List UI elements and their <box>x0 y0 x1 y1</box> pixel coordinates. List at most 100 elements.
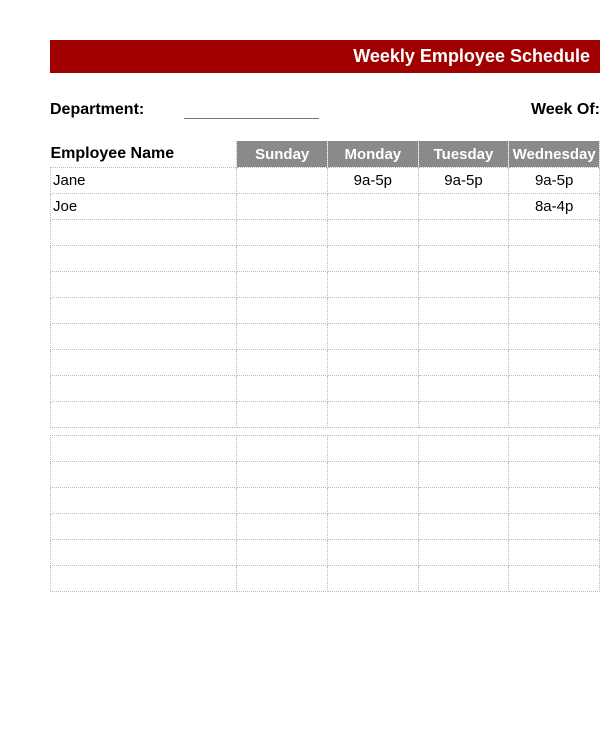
employee-name-cell[interactable] <box>51 298 237 324</box>
table-row <box>51 540 600 566</box>
schedule-cell[interactable] <box>418 566 509 592</box>
schedule-cell[interactable] <box>509 462 600 488</box>
employee-name-cell[interactable] <box>51 566 237 592</box>
schedule-cell[interactable] <box>328 324 419 350</box>
schedule-cell[interactable] <box>418 272 509 298</box>
schedule-cell[interactable] <box>328 566 419 592</box>
schedule-cell[interactable] <box>509 324 600 350</box>
employee-name-cell[interactable]: Jane <box>51 168 237 194</box>
employee-name-cell[interactable] <box>51 462 237 488</box>
employee-name-cell[interactable] <box>51 540 237 566</box>
schedule-cell[interactable] <box>237 194 328 220</box>
schedule-cell[interactable] <box>328 514 419 540</box>
employee-name-cell[interactable] <box>51 324 237 350</box>
employee-name-cell[interactable] <box>51 272 237 298</box>
schedule-cell[interactable] <box>418 298 509 324</box>
employee-name-cell[interactable] <box>51 350 237 376</box>
table-row <box>51 488 600 514</box>
col-header-tuesday: Tuesday <box>418 141 509 168</box>
schedule-cell[interactable] <box>328 272 419 298</box>
schedule-cell[interactable]: 9a-5p <box>509 168 600 194</box>
schedule-cell[interactable] <box>509 246 600 272</box>
employee-name-cell[interactable] <box>51 376 237 402</box>
department-field[interactable] <box>184 101 319 119</box>
schedule-cell[interactable] <box>418 436 509 462</box>
schedule-cell[interactable] <box>509 540 600 566</box>
schedule-cell[interactable] <box>237 436 328 462</box>
employee-name-cell[interactable] <box>51 514 237 540</box>
schedule-cell[interactable] <box>418 220 509 246</box>
schedule-cell[interactable] <box>237 462 328 488</box>
schedule-cell[interactable] <box>328 246 419 272</box>
schedule-cell[interactable] <box>509 350 600 376</box>
department-label: Department: <box>50 101 144 119</box>
schedule-cell[interactable] <box>237 488 328 514</box>
schedule-cell[interactable] <box>418 402 509 428</box>
page-title-bar: Weekly Employee Schedule <box>50 40 600 73</box>
schedule-cell[interactable] <box>418 376 509 402</box>
schedule-cell[interactable] <box>237 168 328 194</box>
schedule-cell[interactable] <box>509 566 600 592</box>
employee-name-cell[interactable] <box>51 246 237 272</box>
schedule-cell[interactable] <box>418 324 509 350</box>
schedule-cell[interactable] <box>237 566 328 592</box>
employee-name-cell[interactable] <box>51 402 237 428</box>
schedule-cell[interactable]: 8a-4p <box>509 194 600 220</box>
schedule-cell[interactable] <box>328 376 419 402</box>
schedule-cell[interactable] <box>418 246 509 272</box>
schedule-cell[interactable] <box>509 488 600 514</box>
schedule-cell[interactable] <box>418 488 509 514</box>
schedule-cell[interactable] <box>237 272 328 298</box>
col-header-sunday: Sunday <box>237 141 328 168</box>
table-row: Jane9a-5p9a-5p9a-5p <box>51 168 600 194</box>
table-row <box>51 220 600 246</box>
employee-name-cell[interactable]: Joe <box>51 194 237 220</box>
schedule-cell[interactable] <box>328 540 419 566</box>
schedule-cell[interactable] <box>328 402 419 428</box>
schedule-cell[interactable] <box>328 436 419 462</box>
schedule-cell[interactable]: 9a-5p <box>328 168 419 194</box>
schedule-cell[interactable] <box>509 436 600 462</box>
schedule-cell[interactable] <box>418 462 509 488</box>
schedule-cell[interactable] <box>328 194 419 220</box>
schedule-cell[interactable] <box>509 514 600 540</box>
schedule-cell[interactable] <box>237 514 328 540</box>
schedule-cell[interactable] <box>328 488 419 514</box>
schedule-cell[interactable] <box>509 272 600 298</box>
schedule-cell[interactable] <box>418 514 509 540</box>
schedule-cell[interactable] <box>509 402 600 428</box>
schedule-cell[interactable] <box>418 540 509 566</box>
schedule-cell[interactable] <box>328 298 419 324</box>
table-row <box>51 376 600 402</box>
meta-row: Department: Week Of: <box>50 101 600 119</box>
schedule-cell[interactable] <box>418 350 509 376</box>
schedule-cell[interactable] <box>237 220 328 246</box>
schedule-cell[interactable]: 9a-5p <box>418 168 509 194</box>
schedule-cell[interactable] <box>328 350 419 376</box>
employee-name-cell[interactable] <box>51 436 237 462</box>
schedule-cell[interactable] <box>328 220 419 246</box>
row-gap <box>51 428 600 436</box>
schedule-cell[interactable] <box>418 194 509 220</box>
week-of-label: Week Of: <box>531 101 600 119</box>
table-row <box>51 272 600 298</box>
schedule-cell[interactable] <box>328 462 419 488</box>
table-row <box>51 514 600 540</box>
schedule-cell[interactable] <box>237 246 328 272</box>
schedule-cell[interactable] <box>509 220 600 246</box>
schedule-table: Employee Name Sunday Monday Tuesday Wedn… <box>50 141 600 592</box>
schedule-cell[interactable] <box>237 298 328 324</box>
table-row <box>51 350 600 376</box>
schedule-cell[interactable] <box>237 350 328 376</box>
schedule-cell[interactable] <box>237 324 328 350</box>
table-row <box>51 246 600 272</box>
schedule-cell[interactable] <box>237 402 328 428</box>
schedule-cell[interactable] <box>237 376 328 402</box>
employee-name-cell[interactable] <box>51 488 237 514</box>
employee-name-cell[interactable] <box>51 220 237 246</box>
schedule-cell[interactable] <box>509 298 600 324</box>
schedule-cell[interactable] <box>509 376 600 402</box>
col-header-wednesday: Wednesday <box>509 141 600 168</box>
schedule-cell[interactable] <box>237 540 328 566</box>
table-row <box>51 324 600 350</box>
